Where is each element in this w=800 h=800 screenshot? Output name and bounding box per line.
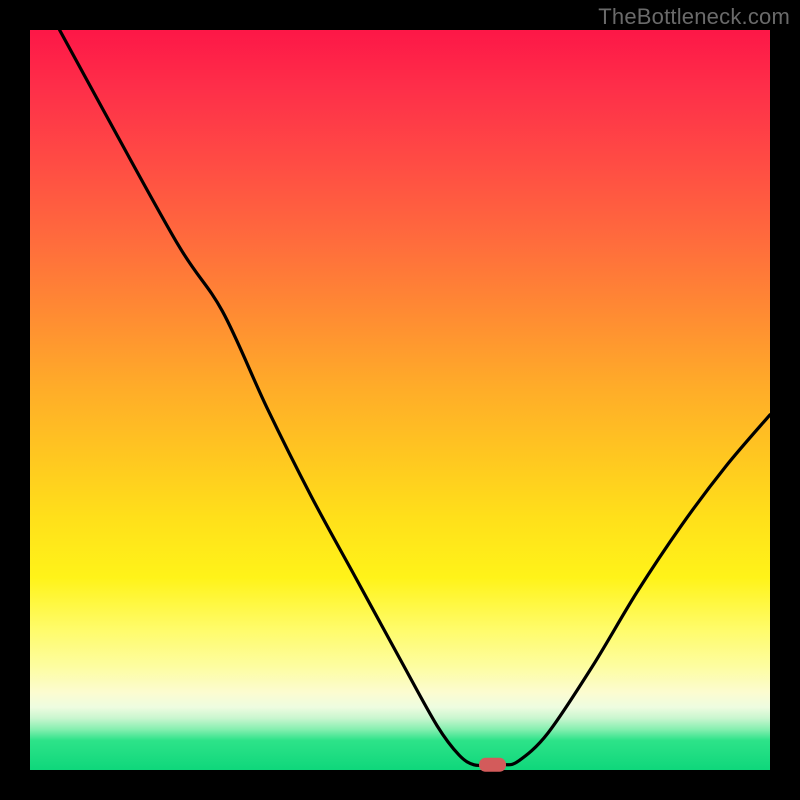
plot-area xyxy=(30,30,770,770)
chart-frame: TheBottleneck.com xyxy=(0,0,800,800)
bottleneck-curve xyxy=(60,30,770,766)
optimum-marker xyxy=(480,758,506,771)
curve-layer xyxy=(30,30,770,770)
watermark-text: TheBottleneck.com xyxy=(598,4,790,30)
